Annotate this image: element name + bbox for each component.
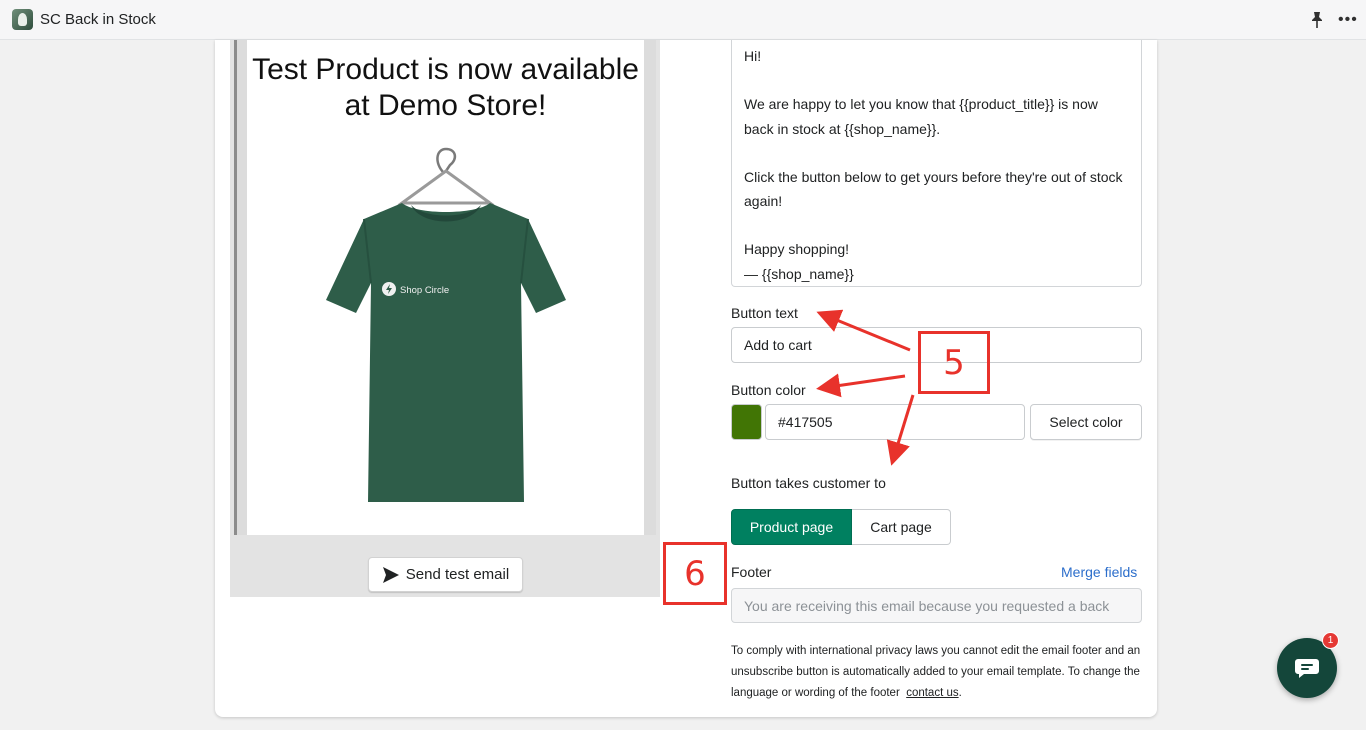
footer-label: Footer	[731, 564, 772, 580]
email-body-line: Hi!	[744, 48, 762, 64]
more-actions-icon[interactable]: •••	[1338, 12, 1358, 28]
footer-input: You are receiving this email because you…	[731, 588, 1142, 623]
button-color-input[interactable]: #417505	[765, 404, 1025, 440]
footer-note: To comply with international privacy law…	[731, 641, 1146, 704]
email-body-line: — {{shop_name}}	[744, 265, 854, 282]
app-topbar: SC Back in Stock •••	[0, 0, 1366, 40]
footer-note-end: .	[958, 687, 962, 699]
shirt-brand-text: Shop Circle	[400, 285, 449, 296]
annotation-step-6: 6	[663, 542, 727, 605]
tshirt-image: Shop Circle	[326, 147, 566, 502]
send-test-email-button[interactable]: Send test email	[368, 557, 523, 592]
select-color-button[interactable]: Select color	[1030, 404, 1142, 440]
annotation-step-5: 5	[918, 331, 990, 394]
cart-page-option[interactable]: Cart page	[852, 509, 951, 545]
email-body-line: We are happy to let you know that {{prod…	[744, 96, 1098, 137]
email-body-line: Happy shopping!	[744, 241, 850, 258]
pin-icon[interactable]	[1309, 11, 1325, 29]
send-icon	[382, 566, 399, 583]
button-text-label: Button text	[731, 305, 798, 321]
email-body-textarea[interactable]: Hi! We are happy to let you know that {{…	[731, 40, 1142, 287]
contact-us-link[interactable]: contact us	[906, 687, 958, 699]
merge-fields-link[interactable]: Merge fields	[1061, 564, 1137, 580]
app-title: SC Back in Stock	[40, 11, 156, 28]
chat-notification-badge: 1	[1322, 632, 1339, 649]
app-logo-icon	[12, 9, 33, 30]
button-destination-label: Button takes customer to	[731, 475, 886, 491]
send-test-email-label: Send test email	[405, 566, 510, 583]
button-color-label: Button color	[731, 382, 806, 398]
email-body-line: Click the button below to get yours befo…	[744, 168, 1123, 210]
preview-heading: Test Product is now available at Demo St…	[252, 53, 639, 122]
chat-icon	[1295, 659, 1319, 678]
product-page-option[interactable]: Product page	[731, 509, 852, 545]
button-color-swatch[interactable]	[731, 404, 762, 440]
